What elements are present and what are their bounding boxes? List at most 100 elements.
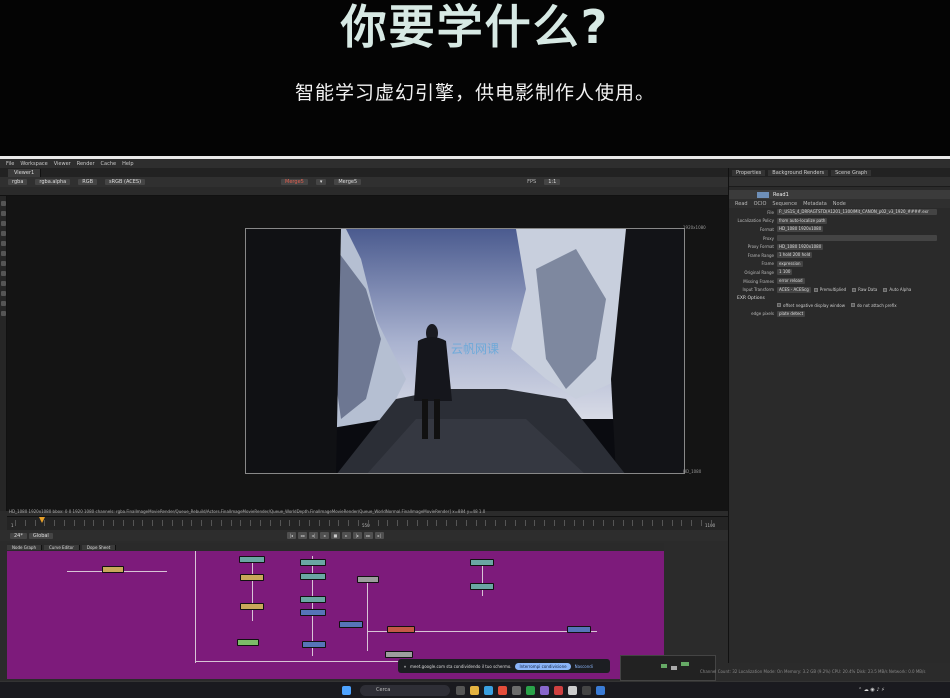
frame-range-field[interactable]: 1 hold 200 hold (777, 252, 813, 259)
node-color-swatch[interactable] (757, 191, 769, 198)
channel-select[interactable]: rgba.alpha (35, 179, 71, 185)
play-button[interactable]: ▸ (341, 532, 351, 539)
menu-workspace[interactable]: Workspace (20, 161, 47, 167)
menu-viewer[interactable]: Viewer (54, 161, 71, 167)
raw-data-checkbox[interactable]: Raw Data (852, 287, 877, 292)
next-key-button[interactable]: ▸▸ (363, 532, 373, 539)
last-frame-button[interactable]: ▸| (374, 532, 384, 539)
tool-icon[interactable] (1, 231, 6, 236)
node-graph-minimap[interactable] (620, 655, 716, 681)
tab-metadata[interactable]: Metadata (803, 201, 827, 207)
edge-icon[interactable] (484, 686, 493, 695)
range-mode-select[interactable]: Global (28, 532, 53, 539)
format-select[interactable]: HD_1080 1920x1080 (777, 226, 824, 233)
prev-key-button[interactable]: ◂◂ (297, 532, 307, 539)
viewer-node[interactable] (237, 639, 259, 646)
tool-icon[interactable] (1, 301, 6, 306)
no-prefix-checkbox[interactable]: do not attach prefix (851, 303, 897, 308)
grade-node[interactable] (385, 651, 413, 658)
tool-icon[interactable] (1, 311, 6, 316)
merge-node[interactable] (302, 641, 326, 648)
app-icon[interactable] (554, 686, 563, 695)
chrome-icon[interactable] (498, 686, 507, 695)
read-node[interactable] (240, 603, 264, 610)
read-node[interactable] (102, 566, 124, 573)
viewer-canvas[interactable]: 云帆网课 1920x1080 HD_1080 (7, 196, 728, 511)
menu-file[interactable]: File (6, 161, 14, 167)
merge-node[interactable] (567, 626, 591, 633)
tool-icon[interactable] (1, 201, 6, 206)
offset-negative-checkbox[interactable]: offset negative display window (777, 303, 845, 308)
premultiplied-checkbox[interactable]: Premultiplied (813, 287, 846, 292)
merge-node[interactable] (300, 609, 326, 616)
tab-dope-sheet[interactable]: Dope Sheet (81, 544, 117, 550)
start-icon[interactable] (342, 686, 351, 695)
missing-frames-select[interactable]: error reload (777, 278, 805, 285)
tool-icon[interactable] (1, 291, 6, 296)
play-back-button[interactable]: ◂ (319, 532, 329, 539)
input-transform-select[interactable]: ACES - ACEScg (777, 286, 811, 293)
tool-icon[interactable] (1, 211, 6, 216)
auto-alpha-checkbox[interactable]: Auto Alpha (883, 287, 911, 292)
proxy-format-select[interactable]: HD_1080 1920x1080 (777, 243, 824, 250)
tab-sequence[interactable]: Sequence (772, 201, 797, 207)
input-b-select[interactable]: Merge5 (334, 179, 362, 185)
original-range-field[interactable]: 1 100 (777, 269, 793, 276)
shuffle-node[interactable] (300, 596, 326, 603)
stop-sharing-button[interactable]: Interrompi condivisione (515, 662, 571, 670)
step-forward-button[interactable]: |▸ (352, 532, 362, 539)
lut-select[interactable]: sRGB (ACES) (105, 179, 146, 185)
fps-select[interactable]: 24* (10, 532, 27, 539)
tool-icon[interactable] (1, 261, 6, 266)
zoom-select[interactable]: 1:1 (544, 179, 561, 185)
tool-icon[interactable] (1, 281, 6, 286)
dot-node[interactable] (239, 556, 265, 563)
timeline-ruler[interactable]: 1 550 1100 (7, 516, 728, 530)
tab-node-graph[interactable]: Node Graph (7, 544, 42, 550)
app-icon[interactable] (512, 686, 521, 695)
frame-mode-select[interactable]: expression (777, 260, 803, 267)
read-node[interactable] (240, 574, 264, 581)
app-icon[interactable] (596, 686, 605, 695)
grade-node[interactable] (357, 576, 379, 583)
tab-read[interactable]: Read (735, 201, 748, 207)
task-view-icon[interactable] (456, 686, 465, 695)
localization-select[interactable]: from auto-localize path (777, 217, 828, 224)
step-back-button[interactable]: ◂| (308, 532, 318, 539)
app-icon[interactable] (526, 686, 535, 695)
layer-select[interactable]: rgba (8, 179, 28, 185)
tab-scene-graph[interactable]: Scene Graph (831, 169, 872, 176)
merge-node[interactable] (339, 621, 363, 628)
shuffle-node[interactable] (300, 559, 326, 566)
tool-icon[interactable] (1, 271, 6, 276)
tool-icon[interactable] (1, 241, 6, 246)
proxy-path-field[interactable] (777, 235, 937, 242)
node-name[interactable]: Read1 (773, 192, 789, 198)
tab-properties[interactable]: Properties (732, 169, 766, 176)
first-frame-button[interactable]: |◂ (286, 532, 296, 539)
tab-background-renders[interactable]: Background Renders (768, 169, 829, 176)
colorspace-select[interactable]: RGB (78, 179, 98, 185)
write-node[interactable] (387, 626, 415, 633)
taskbar-search[interactable]: Cerca (360, 685, 450, 696)
hide-button[interactable]: Nascondi (575, 664, 593, 669)
edge-pixels-select[interactable]: plate detect (777, 310, 806, 317)
tab-ocio[interactable]: OCIO (754, 201, 767, 207)
app-icon[interactable] (540, 686, 549, 695)
system-tray[interactable]: ⌃ ☁ ◉ ♪ ⚡ (858, 687, 885, 693)
wipe-mode-select[interactable]: ▾ (315, 179, 327, 185)
app-icon[interactable] (582, 686, 591, 695)
menu-cache[interactable]: Cache (101, 161, 117, 167)
tab-viewer1[interactable]: Viewer1 (8, 168, 42, 177)
file-explorer-icon[interactable] (470, 686, 479, 695)
shuffle-node[interactable] (470, 559, 494, 566)
stop-button[interactable]: ■ (330, 532, 340, 539)
menu-render[interactable]: Render (77, 161, 95, 167)
input-a-select[interactable]: Merge5 (281, 179, 308, 185)
nuke-icon[interactable] (568, 686, 577, 695)
tab-curve-editor[interactable]: Curve Editor (43, 544, 80, 550)
shuffle-node[interactable] (300, 573, 326, 580)
file-path-field[interactable]: F:_US1S_4_DRRAGTSTD(A1201_1300/Mit_CANON… (777, 209, 937, 216)
shuffle-node[interactable] (470, 583, 494, 590)
tab-node[interactable]: Node (833, 201, 846, 207)
